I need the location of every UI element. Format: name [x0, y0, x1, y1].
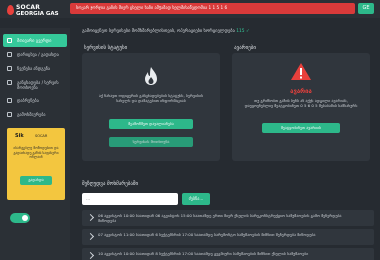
report-outage-button[interactable]: შეატყობინეთ ავარიის [262, 123, 340, 133]
alert-banner[interactable]: სოკარ ჯორჯია გაზის მიერ ცხელი ხაზი ამჟამ… [70, 3, 355, 14]
wallet-icon [7, 52, 12, 57]
outage-search-field[interactable] [82, 193, 178, 205]
flame-icon [140, 65, 162, 87]
promo-brand-secondary: SOCAR [35, 134, 48, 138]
document-icon [7, 80, 12, 85]
logo-text-secondary: GEORGIA GAS [16, 11, 59, 17]
outage-search-input[interactable] [86, 194, 174, 204]
alert-card: ავარია თუ გრძნობთ გაზის სუნს ან აქვს ადგ… [232, 53, 370, 161]
sidebar-item-home[interactable]: მთავარი გვერდი [3, 34, 67, 47]
outage-search-button[interactable]: ძებნა... [182, 193, 210, 205]
promo-brand-primary: Sik [15, 133, 24, 139]
service-card-title: სერვისის სტატუსი [84, 45, 128, 51]
outages-title: შეზღუდვა მოხმარებაში [82, 181, 139, 187]
home-icon [7, 38, 12, 43]
sidebar-item-requests[interactable]: განცხადება / სერვის მოთხოვნა [3, 76, 67, 93]
outage-item[interactable]: 06 აგვისტოს 10:00 საათიდან 06 აგვისტოს 1… [82, 210, 374, 226]
sidebar-item-meter[interactable]: ჩვენება ანდგენა [3, 62, 67, 75]
outage-item[interactable]: 07 აგვისტოს 11:00 საათიდან 6 სექტემბრის … [82, 229, 374, 245]
chevron-right-icon [86, 251, 95, 260]
service-card: აქ ნახავთ ოფიცერის განცხადებების სტატუსს… [82, 53, 220, 161]
alert-card-text: თუ გრძნობთ გაზის სუნს ან აქვს ადგილი ავა… [244, 98, 358, 108]
toggle-knob [22, 215, 28, 221]
chat-icon [7, 112, 12, 117]
chevron-right-icon [86, 232, 95, 241]
check-debt-button[interactable]: შეამოწმეთ დავალიანება [109, 119, 193, 129]
return-icon [7, 98, 12, 103]
sidebar-item-feedback[interactable]: გამოხმაურება [3, 108, 67, 121]
logo-flame-icon [7, 5, 14, 15]
chevron-right-icon [86, 213, 95, 222]
theme-toggle[interactable] [10, 213, 30, 223]
sidebar-item-label: განცხადება / სერვის მოთხოვნა [17, 79, 59, 90]
sidebar-item-billing[interactable]: დარიცხვა / გადახდა [3, 48, 67, 61]
sidebar-item-label: დარიცხვა / გადახდა [17, 51, 59, 57]
alert-card-title: ავარიები [234, 45, 256, 51]
promo-text: ისარგებლე მოწოდებით და გადაიხადე გაზის ს… [13, 146, 59, 159]
alert-text: სოკარ ჯორჯია გაზის მიერ ცხელი ხაზი ამჟამ… [76, 5, 228, 10]
logo[interactable]: SOCAR GEORGIA GAS [4, 3, 64, 25]
outage-item-text: 07 აგვისტოს 11:00 საათიდან 6 სექტემბრის … [98, 232, 316, 237]
language-button[interactable]: GE [358, 3, 374, 14]
logo-text-primary: SOCAR [16, 4, 41, 11]
meter-icon [7, 66, 12, 71]
service-card-text: აქ ნახავთ ოფიცერის განცხადებების სტატუსს… [98, 93, 204, 103]
intro-accent: 115 ✓ [236, 29, 250, 34]
outage-item[interactable]: 10 აგვისტოს 10:00 საათიდან 8 სექტემბრის … [82, 248, 374, 260]
sidebar-item-return[interactable]: დაბრუნება [3, 94, 67, 107]
sidebar-item-label: გამოხმაურება [17, 111, 46, 117]
outage-item-text: 10 აგვისტოს 10:00 საათიდან 8 სექტემბრის … [98, 251, 309, 256]
promo-pay-button[interactable]: გადახდა [20, 176, 52, 185]
sidebar-item-label: ჩვენება ანდგენა [17, 65, 51, 71]
service-request-button[interactable]: სერვისის მოთხოვნა [109, 137, 193, 147]
intro-text-main: გამოიყენეთ სერვისები მომხმარებლისთვის, ო… [82, 29, 237, 34]
outage-item-text: 06 აგვისტოს 10:00 საათიდან 06 აგვისტოს 1… [98, 213, 342, 223]
sidebar-item-label: მთავარი გვერდი [17, 37, 52, 43]
warning-icon [290, 61, 312, 83]
sidebar-item-label: დაბრუნება [17, 97, 39, 103]
intro-text: გამოიყენეთ სერვისები მომხმარებლისთვის, ო… [82, 29, 250, 34]
promo-banner[interactable]: Sik SOCAR ისარგებლე მოწოდებით და გადაიხა… [7, 128, 65, 200]
alert-card-warning-title: ავარია [290, 88, 312, 95]
